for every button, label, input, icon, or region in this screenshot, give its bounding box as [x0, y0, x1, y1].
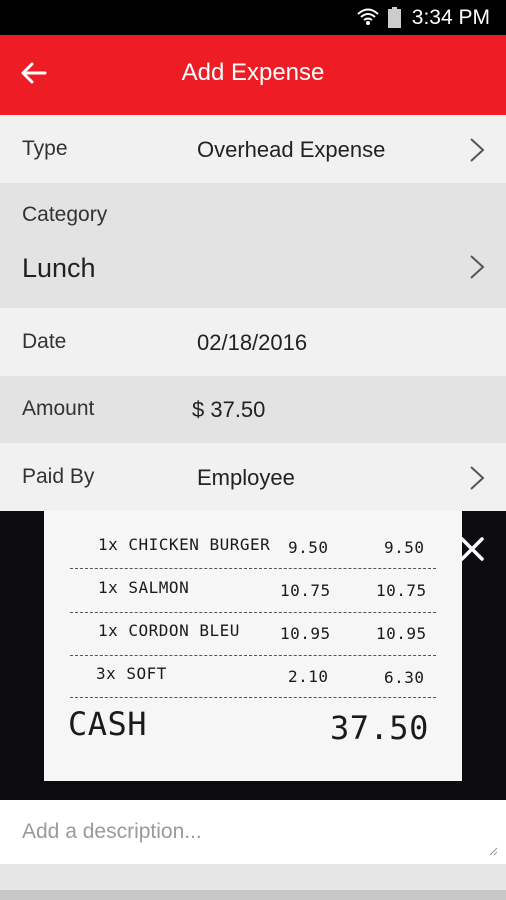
bottom-bar: [0, 890, 506, 900]
receipt-divider: [70, 655, 436, 656]
paid-by-value: Employee: [197, 465, 295, 490]
type-label: Type: [22, 137, 68, 160]
receipt-divider: [70, 697, 436, 698]
amount-label: Amount: [22, 397, 95, 420]
date-row[interactable]: Date 02/18/2016: [0, 308, 506, 376]
receipt-payment-label: CASH: [68, 705, 148, 743]
app-bar: Add Expense: [0, 35, 506, 115]
description-input[interactable]: [0, 800, 506, 864]
date-label: Date: [22, 330, 67, 353]
resize-handle-icon: [489, 847, 498, 856]
category-row[interactable]: Category Lunch: [0, 183, 506, 308]
paid-by-label: Paid By: [22, 465, 95, 488]
receipt-item-desc: 1x CHICKEN BURGER: [98, 535, 271, 554]
date-value[interactable]: 02/18/2016: [197, 330, 307, 356]
chevron-right-icon: [470, 255, 485, 279]
receipt-item-desc: 1x CORDON BLEU: [98, 621, 240, 640]
receipt-item-price: 9.50: [288, 538, 329, 557]
battery-icon: [388, 7, 401, 28]
receipt-item-total: 9.50: [384, 538, 425, 557]
wifi-icon: [357, 8, 379, 25]
receipt-item-total: 10.75: [376, 581, 427, 600]
status-bar: 3:34 PM: [0, 0, 506, 35]
amount-row[interactable]: Amount $ 37.50: [0, 376, 506, 443]
receipt-item-desc: 3x SOFT: [96, 664, 167, 683]
chevron-right-icon: [470, 466, 485, 490]
receipt-item-price: 10.95: [280, 624, 331, 643]
receipt-divider: [70, 568, 436, 569]
type-row[interactable]: Type Overhead Expense: [0, 115, 506, 183]
receipt-item-desc: 1x SALMON: [98, 578, 190, 597]
category-value: Lunch: [22, 253, 96, 283]
receipt-divider: [70, 612, 436, 613]
receipt-item-total: 6.30: [384, 668, 425, 687]
type-value: Overhead Expense: [197, 137, 386, 162]
amount-value[interactable]: $ 37.50: [192, 397, 265, 423]
page-title: Add Expense: [181, 59, 325, 86]
receipt-item-price: 2.10: [288, 667, 329, 686]
receipt-paper: 1x CHICKEN BURGER 9.50 9.50 1x SALMON 10…: [44, 511, 462, 781]
receipt-image: 1x CHICKEN BURGER 9.50 9.50 1x SALMON 10…: [0, 511, 506, 800]
paid-by-row[interactable]: Paid By Employee: [0, 443, 506, 511]
receipt-payment-total: 37.50: [330, 709, 429, 747]
category-label: Category: [22, 203, 108, 226]
chevron-right-icon: [470, 138, 485, 162]
close-icon[interactable]: [458, 535, 486, 563]
description-field[interactable]: [0, 800, 506, 864]
status-time: 3:34 PM: [411, 6, 490, 29]
receipt-item-total: 10.95: [376, 624, 427, 643]
receipt-item-price: 10.75: [280, 581, 331, 600]
